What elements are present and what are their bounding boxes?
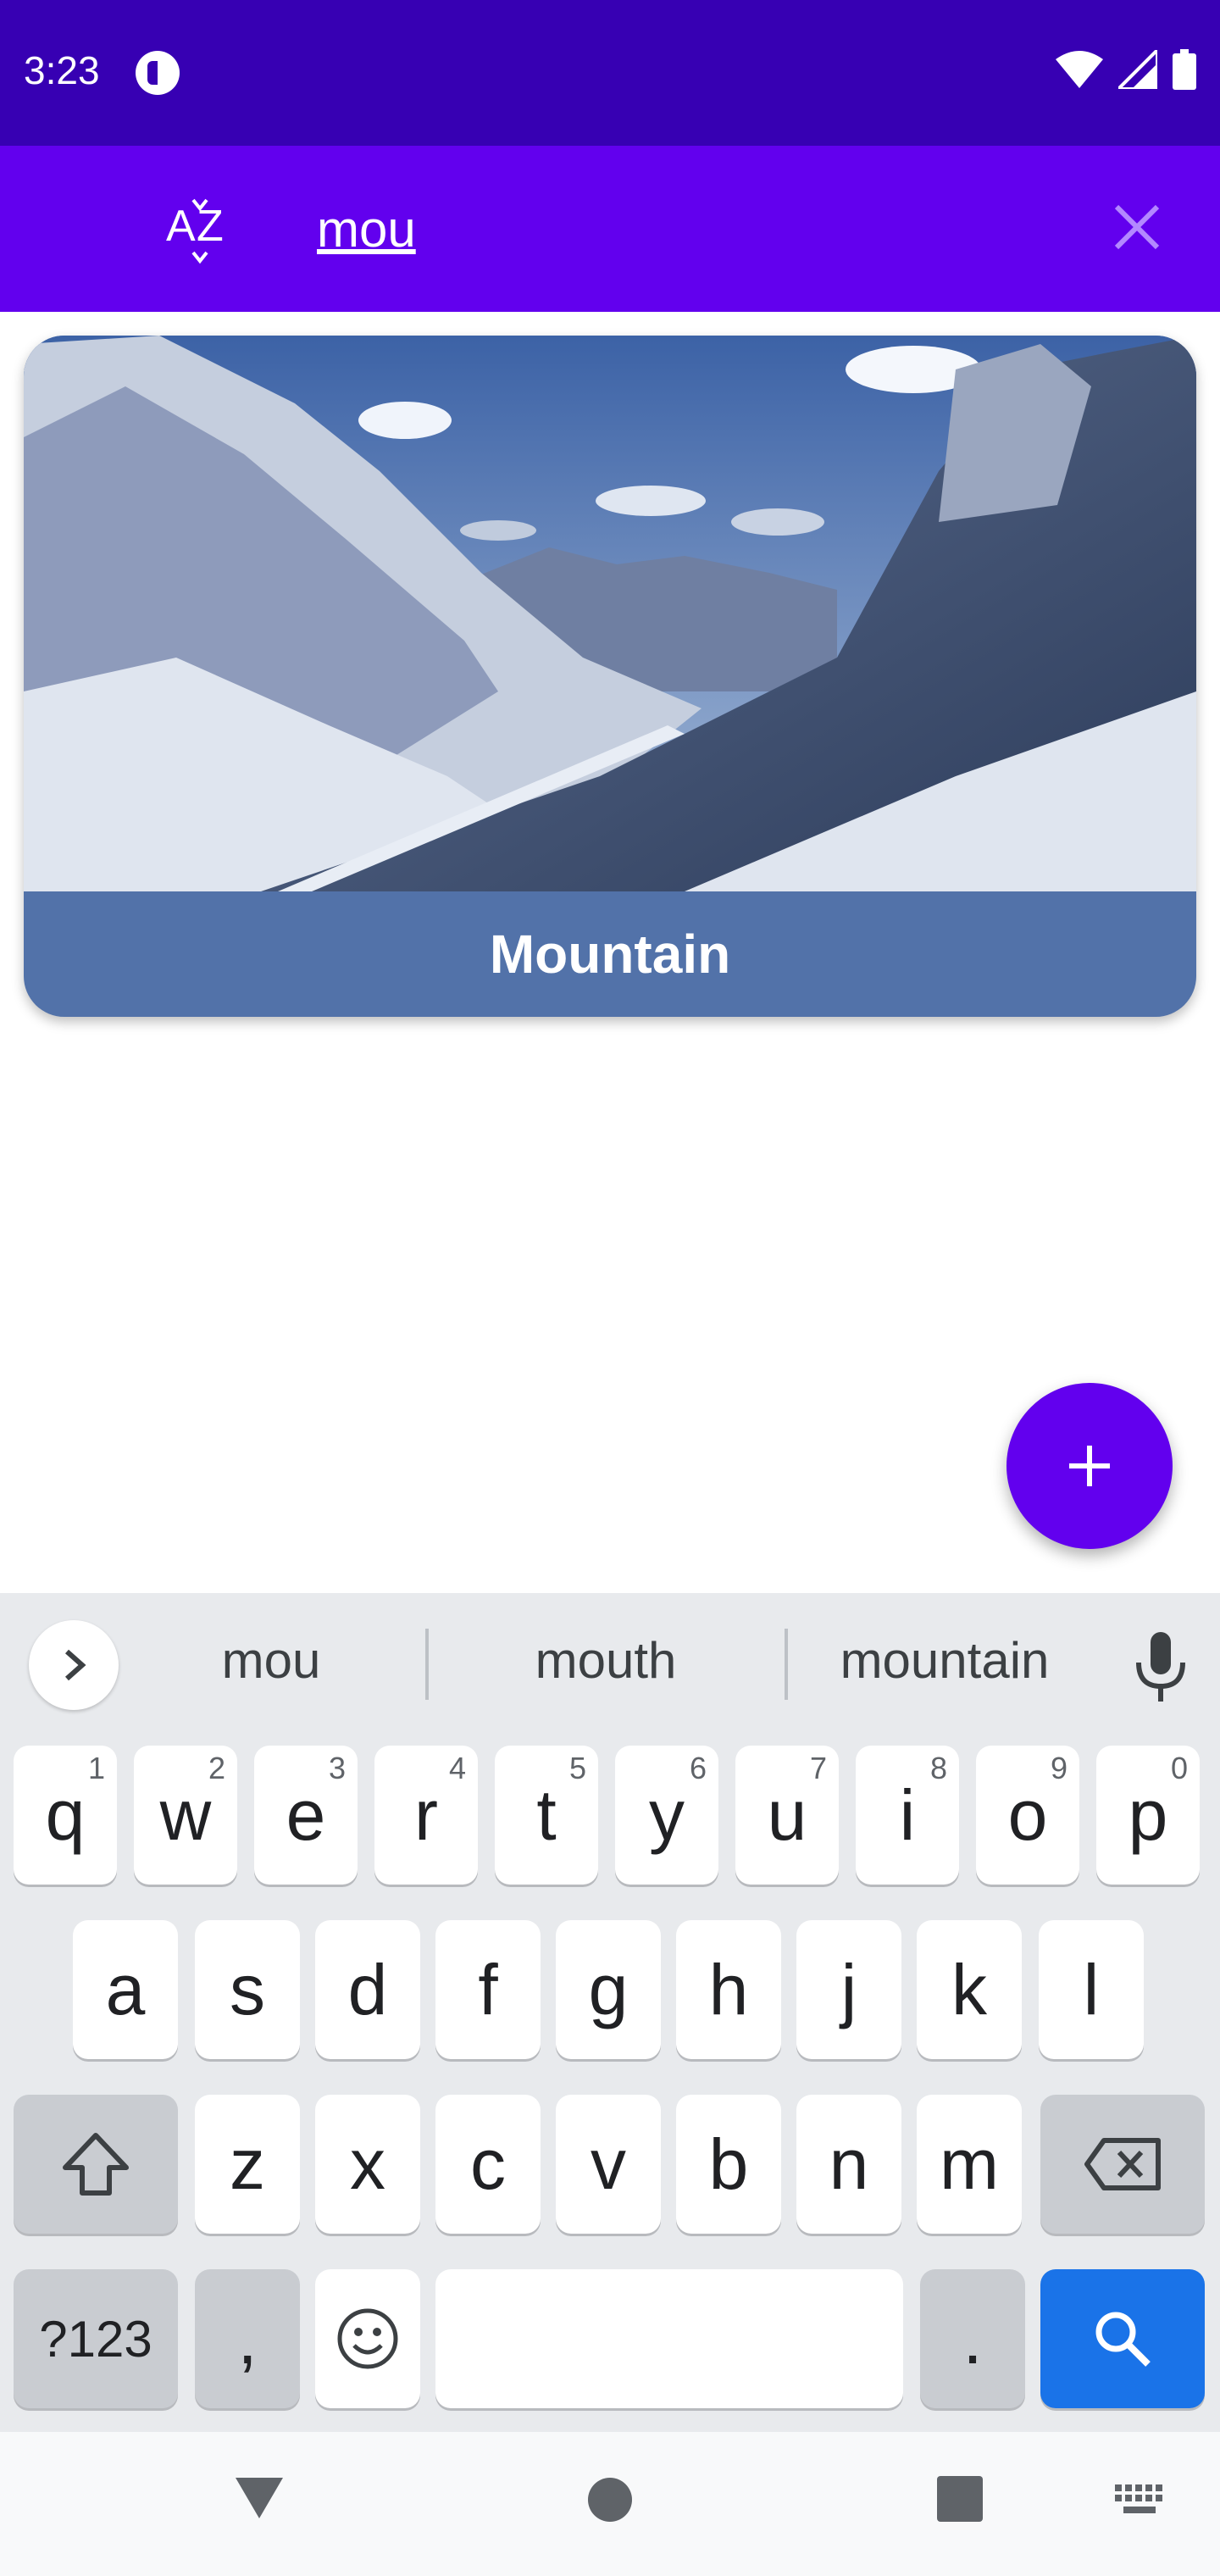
key-c[interactable]: c <box>435 2095 541 2234</box>
key-hint: 1 <box>87 1751 105 1785</box>
chevron-right-icon <box>65 1649 86 1681</box>
key-label: u <box>767 1774 807 1855</box>
suggestion-item[interactable]: mountain <box>813 1627 1076 1695</box>
key-label: o <box>1007 1774 1048 1855</box>
suggestion-item[interactable]: mouth <box>458 1627 754 1695</box>
key-n[interactable]: n <box>796 2095 901 2234</box>
backspace-icon <box>1084 2138 1161 2190</box>
comma-key[interactable]: , <box>195 2269 300 2408</box>
key-h[interactable]: h <box>676 1920 781 2059</box>
key-x[interactable]: x <box>315 2095 420 2234</box>
status-bar: 3:23 <box>0 0 1220 146</box>
battery-icon <box>1173 49 1196 90</box>
key-s[interactable]: s <box>195 1920 300 2059</box>
period-key[interactable]: . <box>920 2269 1025 2408</box>
key-j[interactable]: j <box>796 1920 901 2059</box>
home-icon[interactable] <box>586 2476 634 2523</box>
key-v[interactable]: v <box>556 2095 661 2234</box>
key-k[interactable]: k <box>917 1920 1022 2059</box>
status-icons <box>1056 49 1196 90</box>
suggestion-divider <box>425 1629 429 1700</box>
status-time: 3:23 <box>24 48 100 92</box>
key-u[interactable]: u7 <box>735 1746 839 1885</box>
card-label: Mountain <box>489 924 731 985</box>
key-label: e <box>286 1774 326 1855</box>
key-d[interactable]: d <box>315 1920 420 2059</box>
key-hint: 8 <box>929 1751 947 1785</box>
keyboard: mou mouth mountain q1 w2 e3 r4 t5 y6 u7 … <box>0 1593 1220 2432</box>
shift-icon <box>63 2133 129 2196</box>
key-m[interactable]: m <box>917 2095 1022 2234</box>
search-key[interactable] <box>1040 2269 1205 2408</box>
screen: 3:23 A Z mou Mountain mou mouth mountain… <box>0 0 1220 2576</box>
key-label: q <box>45 1774 86 1855</box>
key-hint: 2 <box>208 1751 225 1785</box>
key-label: t <box>536 1774 557 1855</box>
keyboard-switch-icon[interactable] <box>1115 2484 1164 2515</box>
expand-suggestions-button[interactable] <box>29 1620 119 1710</box>
mountain-image <box>24 336 1196 891</box>
key-label: p <box>1128 1774 1168 1855</box>
sort-az-icon[interactable]: A Z <box>166 197 234 264</box>
app-bar: A Z <box>0 146 1220 312</box>
key-r[interactable]: r4 <box>374 1746 478 1885</box>
cell-signal-icon <box>1118 50 1157 89</box>
wifi-icon <box>1056 51 1103 88</box>
key-hint: 6 <box>689 1751 707 1785</box>
suggestion-strip: mou mouth mountain <box>0 1593 1220 1729</box>
key-y[interactable]: y6 <box>615 1746 718 1885</box>
search-input[interactable] <box>317 192 1079 268</box>
add-button[interactable] <box>1006 1383 1173 1549</box>
emoji-icon <box>337 2308 398 2369</box>
key-i[interactable]: i8 <box>856 1746 959 1885</box>
recents-icon[interactable] <box>937 2476 983 2522</box>
key-label: w <box>159 1774 212 1855</box>
key-z[interactable]: z <box>195 2095 300 2234</box>
plus-icon <box>1069 1446 1110 1486</box>
key-p[interactable]: p0 <box>1096 1746 1200 1885</box>
key-e[interactable]: e3 <box>254 1746 358 1885</box>
key-hint: 3 <box>328 1751 346 1785</box>
key-hint: 5 <box>568 1751 586 1785</box>
emoji-key[interactable] <box>315 2269 420 2408</box>
navigation-bar <box>0 2432 1220 2576</box>
key-t[interactable]: t5 <box>495 1746 598 1885</box>
key-q[interactable]: q1 <box>14 1746 117 1885</box>
key-hint: 4 <box>448 1751 466 1785</box>
key-label: y <box>649 1774 685 1855</box>
key-l[interactable]: l <box>1039 1920 1144 2059</box>
svg-text:A: A <box>166 202 196 251</box>
space-key[interactable] <box>435 2269 903 2408</box>
close-icon[interactable] <box>1110 200 1164 254</box>
search-icon <box>1095 2312 1151 2367</box>
key-g[interactable]: g <box>556 1920 661 2059</box>
key-o[interactable]: o9 <box>976 1746 1079 1885</box>
shift-key[interactable] <box>14 2095 178 2234</box>
app-notification-icon <box>136 51 180 95</box>
mountain-card[interactable]: Mountain <box>24 336 1196 1017</box>
key-hint: 0 <box>1170 1751 1188 1785</box>
key-hint: 9 <box>1050 1751 1068 1785</box>
key-label: i <box>899 1774 916 1855</box>
key-f[interactable]: f <box>435 1920 541 2059</box>
key-a[interactable]: a <box>73 1920 178 2059</box>
microphone-icon[interactable] <box>1127 1629 1195 1705</box>
suggestion-item[interactable]: mou <box>144 1627 398 1695</box>
symbols-key[interactable]: ?123 <box>14 2269 178 2408</box>
backspace-key[interactable] <box>1040 2095 1205 2234</box>
key-b[interactable]: b <box>676 2095 781 2234</box>
key-w[interactable]: w2 <box>134 1746 237 1885</box>
key-label: r <box>414 1774 438 1855</box>
back-icon[interactable] <box>232 2474 286 2522</box>
key-hint: 7 <box>809 1751 827 1785</box>
suggestion-divider <box>785 1629 788 1700</box>
